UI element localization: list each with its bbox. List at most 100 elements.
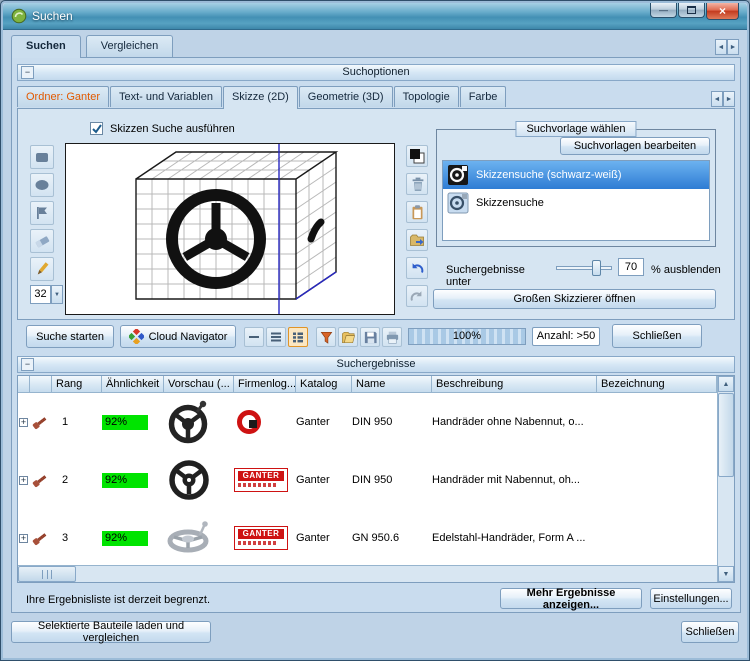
close-button[interactable]: × (706, 3, 739, 20)
execute-sketch-search-checkbox[interactable] (90, 122, 103, 135)
delete-sketch-button[interactable] (406, 173, 428, 195)
result-count-field[interactable]: Anzahl: >50 (532, 327, 600, 346)
column-designation[interactable]: Bezeichnung (597, 376, 717, 393)
tab-skizze-2d[interactable]: Skizze (2D) (223, 86, 298, 109)
tab-geometrie-3d[interactable]: Geometrie (3D) (299, 86, 393, 107)
template-item-bw[interactable]: Skizzensuche (schwarz-weiß) (443, 161, 709, 189)
hide-results-value-field[interactable]: 70 (618, 258, 644, 276)
rectangle-tool-button[interactable] (30, 145, 54, 169)
print-button[interactable] (382, 327, 402, 347)
horizontal-scroll-thumb[interactable] (18, 566, 76, 582)
description-cell: Handräder mit Nabennut, oh... (432, 474, 597, 486)
settings-button[interactable]: Einstellungen... (650, 588, 732, 609)
eraser-icon (34, 233, 50, 249)
tab-ordner-ganter[interactable]: Ordner: Ganter (17, 86, 109, 107)
redo-button[interactable] (406, 285, 428, 307)
template-item-label: Skizzensuche (schwarz-weiß) (476, 169, 621, 181)
load-results-button[interactable] (338, 327, 358, 347)
view-detail-button[interactable] (288, 327, 308, 347)
row-expander[interactable]: + (19, 418, 28, 427)
hide-results-slider[interactable] (556, 260, 612, 276)
row-expander[interactable]: + (19, 534, 28, 543)
scroll-up-button[interactable]: ▲ (718, 376, 734, 392)
options-tabs-scroll-left-button[interactable]: ◄ (711, 91, 723, 107)
start-search-button[interactable]: Suche starten (26, 325, 114, 348)
close-window-button[interactable]: Schließen (681, 621, 739, 643)
minimize-button[interactable]: — (650, 3, 677, 18)
collapse-results-button[interactable]: − (21, 358, 34, 371)
collapse-options-button[interactable]: − (21, 66, 34, 79)
main-tabs-scroll-left-button[interactable]: ◄ (715, 39, 727, 55)
eraser-tool-button[interactable] (30, 229, 54, 253)
column-description[interactable]: Beschreibung (432, 376, 597, 393)
sketch-canvas[interactable] (65, 143, 395, 315)
row-expander[interactable]: + (19, 476, 28, 485)
column-rank[interactable]: Rang (52, 376, 102, 393)
pen-size-dropdown-button[interactable]: ▼ (51, 285, 63, 304)
filter-results-button[interactable] (316, 327, 336, 347)
slider-thumb[interactable] (592, 260, 601, 276)
ellipse-icon (34, 177, 50, 193)
execute-sketch-search-label: Skizzen Suche ausführen (110, 123, 235, 135)
polygon-tool-button[interactable] (30, 201, 54, 225)
tab-topologie[interactable]: Topologie (394, 86, 459, 107)
template-list: Skizzensuche (schwarz-weiß) Skizzensuche (442, 160, 710, 241)
slider-track[interactable] (556, 266, 612, 270)
tab-vergleichen[interactable]: Vergleichen (86, 35, 174, 57)
company-logo-text: GANTER (238, 529, 284, 539)
view-compact-button[interactable] (244, 327, 264, 347)
more-results-button[interactable]: Mehr Ergebnisse anzeigen... (500, 588, 642, 609)
clipboard-icon (409, 204, 425, 220)
template-panel-header: Suchvorlage wählen (515, 121, 636, 137)
maximize-icon (687, 6, 696, 14)
ellipse-tool-button[interactable] (30, 173, 54, 197)
printer-icon (385, 330, 400, 345)
pen-size-field[interactable]: 32 (30, 285, 51, 304)
cloud-navigator-button[interactable]: Cloud Navigator (120, 325, 236, 348)
logo-fineprint (238, 541, 277, 545)
column-preview[interactable]: Vorschau (... (164, 376, 234, 393)
column-similarity[interactable]: Ähnlichkeit (102, 376, 164, 393)
preview-image (164, 513, 214, 563)
view-list-button[interactable] (266, 327, 286, 347)
maximize-button[interactable] (678, 3, 705, 18)
column-logo[interactable]: Firmenlog... (234, 376, 296, 393)
scroll-down-button[interactable]: ▼ (718, 566, 734, 582)
results-table-header: Rang Ähnlichkeit Vorschau (... Firmenlog… (18, 376, 717, 393)
search-options-title: Suchoptionen (342, 66, 409, 78)
column-catalog[interactable]: Katalog (296, 376, 352, 393)
catalog-cell: Ganter (296, 416, 352, 428)
list-view-icon (269, 330, 283, 344)
color-swatch-button[interactable] (406, 145, 428, 167)
edit-templates-button[interactable]: Suchvorlagen bearbeiten (560, 137, 710, 155)
tab-text-variablen[interactable]: Text- und Variablen (110, 86, 222, 107)
tab-suchen[interactable]: Suchen (11, 35, 81, 58)
rectangle-icon (34, 149, 50, 165)
pencil-tool-button[interactable] (30, 257, 54, 281)
main-tabs-scroll-right-button[interactable]: ► (727, 39, 739, 55)
template-item-color[interactable]: Skizzensuche (443, 189, 709, 217)
column-expander[interactable] (18, 376, 30, 393)
column-type[interactable] (30, 376, 52, 393)
similarity-badge: 92% (102, 531, 148, 546)
vertical-scroll-thumb[interactable] (718, 393, 734, 477)
detail-view-icon (291, 330, 305, 344)
save-results-button[interactable] (360, 327, 380, 347)
horizontal-scrollbar[interactable] (18, 565, 717, 582)
open-large-sketcher-button[interactable]: Großen Skizzierer öffnen (433, 289, 716, 309)
vertical-scrollbar[interactable]: ▲ ▼ (717, 376, 734, 582)
tab-farbe[interactable]: Farbe (460, 86, 507, 107)
template-item-label: Skizzensuche (476, 197, 544, 209)
result-row[interactable]: + 2 92% GANTER Ganter DIN 950 Handräder … (18, 451, 717, 509)
rank-cell: 1 (52, 416, 102, 428)
options-tabs-scroll-right-button[interactable]: ► (723, 91, 735, 107)
paste-button[interactable] (406, 201, 428, 223)
titlebar: Suchen — × (3, 3, 747, 30)
column-name[interactable]: Name (352, 376, 432, 393)
import-image-button[interactable] (406, 229, 428, 251)
load-and-compare-button[interactable]: Selektierte Bauteile laden und vergleich… (11, 621, 211, 643)
result-row[interactable]: + 1 92% Ganter DIN 950 Handräder ohne Na… (18, 393, 717, 451)
result-row[interactable]: + 3 92% GANTER Ganter GN 950.6 Edelstahl… (18, 509, 717, 567)
undo-button[interactable] (406, 257, 428, 279)
close-search-button[interactable]: Schließen (612, 324, 702, 348)
